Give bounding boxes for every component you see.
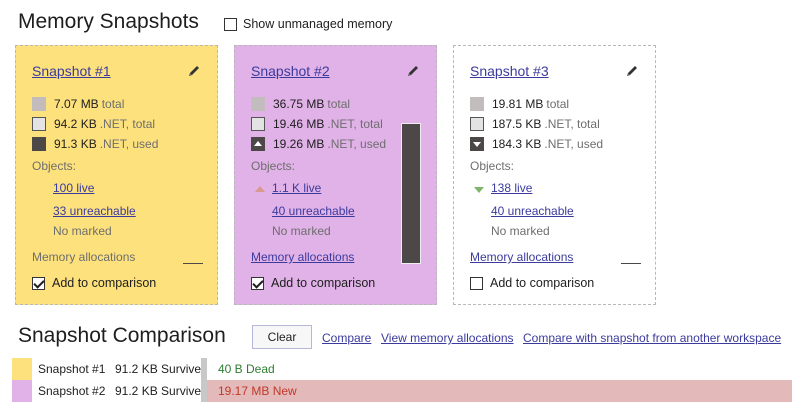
- page-title: Memory Snapshots: [18, 10, 199, 33]
- comparison-snapshot-name: Snapshot #1: [38, 362, 106, 376]
- delta-value: 40 B Dead: [218, 362, 275, 376]
- allocations-bar: [621, 263, 641, 264]
- unreachable-objects-link[interactable]: 40 unreachable: [272, 204, 355, 218]
- net-total-swatch: [470, 117, 484, 131]
- comparison-title: Snapshot Comparison: [18, 324, 226, 347]
- memory-allocations-link[interactable]: Memory allocations: [470, 250, 573, 264]
- add-to-comparison-label: Add to comparison: [490, 276, 595, 290]
- checkbox-icon[interactable]: [224, 17, 237, 31]
- snapshot-color-swatch: [12, 358, 32, 380]
- objects-label: Objects:: [470, 159, 515, 173]
- comparison-snapshot-name: Snapshot #2: [38, 384, 106, 398]
- memory-allocations-label: Memory allocations: [32, 250, 136, 264]
- stat-net-used: 19.26 MB .NET, used: [251, 136, 386, 152]
- survived-value: 91.2 KB Survived: [115, 384, 208, 398]
- checkbox-icon[interactable]: [470, 276, 483, 290]
- stat-total: 36.75 MB total: [251, 96, 350, 112]
- view-memory-allocations-link[interactable]: View memory allocations: [381, 331, 514, 345]
- add-to-comparison-checkbox[interactable]: Add to comparison: [32, 276, 156, 290]
- memory-allocations-link[interactable]: Memory allocations: [251, 250, 354, 264]
- pencil-icon[interactable]: [625, 64, 639, 78]
- stat-net-used: 91.3 KB .NET, used: [32, 136, 158, 152]
- compare-link[interactable]: Compare: [322, 331, 371, 345]
- snapshot-title-link[interactable]: Snapshot #3: [470, 63, 549, 79]
- objects-label: Objects:: [32, 159, 77, 173]
- show-unmanaged-label: Show unmanaged memory: [243, 17, 393, 31]
- net-used-swatch: [32, 137, 46, 151]
- no-marked-label: No marked: [272, 224, 331, 238]
- total-swatch: [470, 97, 484, 111]
- live-objects-link[interactable]: 1.1 K live: [272, 181, 321, 195]
- snapshot-title-link[interactable]: Snapshot #1: [32, 63, 111, 79]
- total-swatch: [251, 97, 265, 111]
- snapshot-color-swatch: [12, 380, 32, 402]
- total-swatch: [32, 97, 46, 111]
- add-to-comparison-checkbox[interactable]: Add to comparison: [470, 276, 594, 290]
- stat-net-total: 94.2 KB .NET, total: [32, 116, 155, 132]
- net-total-swatch: [32, 117, 46, 131]
- allocations-bar: [183, 263, 203, 264]
- snapshot-title-link[interactable]: Snapshot #2: [251, 63, 330, 79]
- show-unmanaged-checkbox[interactable]: Show unmanaged memory: [224, 17, 392, 31]
- stat-net-total: 19.46 MB .NET, total: [251, 116, 383, 132]
- unreachable-objects-link[interactable]: 33 unreachable: [53, 204, 136, 218]
- comparison-row: Snapshot #1 91.2 KB Survived 40 B Dead: [12, 358, 792, 380]
- stat-total: 19.81 MB total: [470, 96, 569, 112]
- net-total-swatch: [251, 117, 265, 131]
- snapshot-card-2: Snapshot #2 36.75 MB total 19.46 MB .NET, …: [234, 45, 437, 305]
- stat-net-used: 184.3 KB .NET, used: [470, 136, 603, 152]
- net-used-swatch: [470, 137, 484, 151]
- no-marked-label: No marked: [53, 224, 112, 238]
- no-marked-label: No marked: [491, 224, 550, 238]
- objects-label: Objects:: [251, 159, 296, 173]
- compare-other-workspace-link[interactable]: Compare with snapshot from another works…: [523, 331, 781, 345]
- triangle-up-icon: [255, 186, 265, 192]
- stat-total: 7.07 MB total: [32, 96, 124, 112]
- triangle-up-icon: [254, 141, 262, 146]
- checkbox-icon[interactable]: [251, 276, 264, 290]
- clear-button[interactable]: Clear: [252, 325, 312, 349]
- pencil-icon[interactable]: [406, 64, 420, 78]
- allocations-bar: [401, 123, 421, 264]
- snapshot-card-3: Snapshot #3 19.81 MB total 187.5 KB .NET, …: [453, 45, 656, 305]
- unreachable-objects-link[interactable]: 40 unreachable: [491, 204, 574, 218]
- add-to-comparison-checkbox[interactable]: Add to comparison: [251, 276, 375, 290]
- add-to-comparison-label: Add to comparison: [52, 276, 157, 290]
- checkbox-icon[interactable]: [32, 276, 45, 290]
- stat-net-total: 187.5 KB .NET, total: [470, 116, 600, 132]
- pencil-icon[interactable]: [187, 64, 201, 78]
- triangle-down-icon: [473, 142, 481, 147]
- comparison-row: Snapshot #2 91.2 KB Survived 19.17 MB Ne…: [12, 380, 792, 402]
- live-objects-link[interactable]: 138 live: [491, 181, 532, 195]
- net-used-swatch: [251, 137, 265, 151]
- delta-value: 19.17 MB New: [218, 384, 297, 398]
- live-objects-link[interactable]: 100 live: [53, 181, 94, 195]
- survived-bar: [201, 358, 207, 380]
- add-to-comparison-label: Add to comparison: [271, 276, 376, 290]
- survived-value: 91.2 KB Survived: [115, 362, 208, 376]
- triangle-down-icon: [474, 187, 484, 193]
- snapshot-card-1: Snapshot #1 7.07 MB total 94.2 KB .NET, to…: [15, 45, 218, 305]
